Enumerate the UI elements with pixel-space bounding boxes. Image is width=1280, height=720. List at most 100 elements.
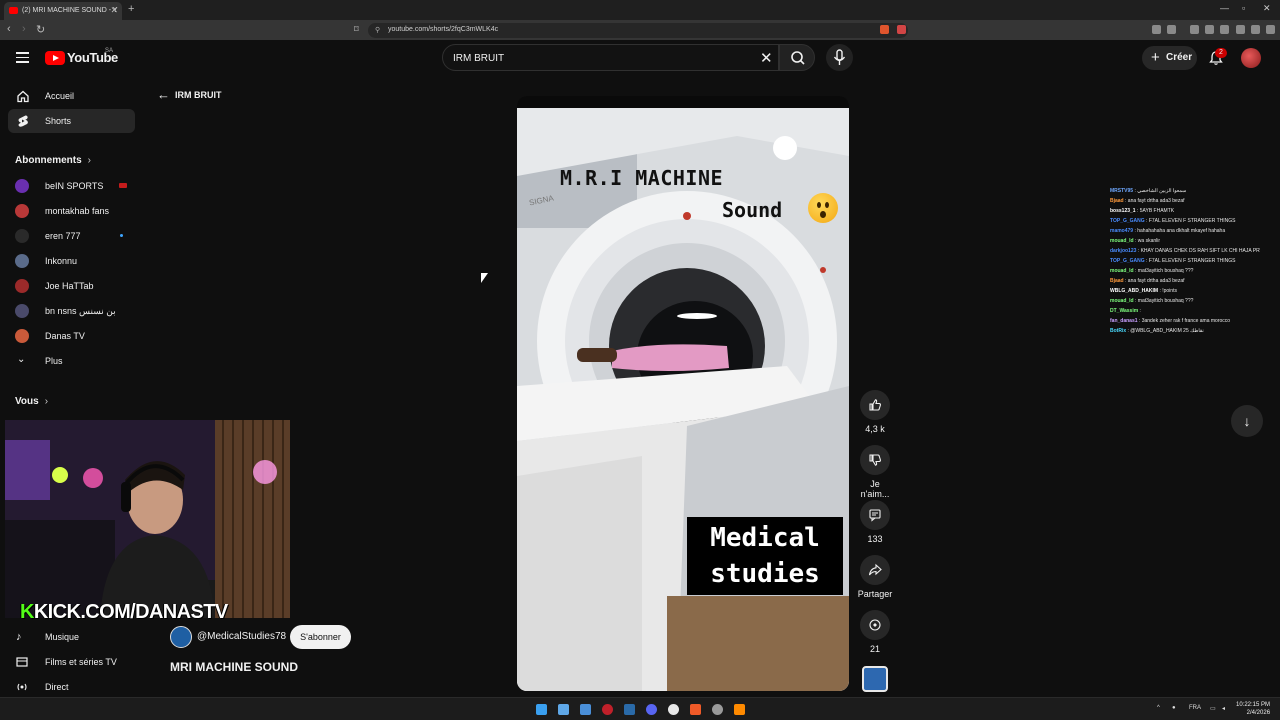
kick-channel-banner: KKICK.COM/DANASTV xyxy=(20,601,228,623)
subscription-item[interactable]: eren 777 xyxy=(15,228,133,244)
music-note-icon: ♪ xyxy=(16,631,22,643)
subscription-item[interactable]: beIN SPORTS xyxy=(15,178,133,194)
sidebar-item-movies[interactable]: Films et séries TV xyxy=(8,651,135,673)
extension-icon[interactable] xyxy=(1167,25,1176,34)
sidebar-item-label: Shorts xyxy=(45,116,72,126)
file-explorer-icon[interactable] xyxy=(580,704,591,715)
youtube-logo-icon[interactable] xyxy=(45,51,65,65)
dislike-label: Je n'aim... xyxy=(860,479,890,499)
chat-username: mouad_ld xyxy=(1110,268,1134,274)
tray-chevron-icon[interactable]: ^ xyxy=(1157,705,1160,711)
clear-search-icon[interactable]: ✕ xyxy=(760,49,773,67)
subscriptions-heading[interactable]: Abonnements › xyxy=(15,155,91,166)
subscription-item[interactable]: Inkonnu xyxy=(15,253,133,269)
back-icon[interactable]: ‹ xyxy=(7,23,11,35)
comment-icon xyxy=(860,500,890,530)
you-heading[interactable]: Vous › xyxy=(15,396,48,407)
app-icon[interactable] xyxy=(712,704,723,715)
windows-taskbar: ^ ● FRA ▭ ◂ 10:22:15 PM 2/4/2026 xyxy=(0,697,1280,720)
channel-handle[interactable]: @MedicalStudies78 xyxy=(197,631,286,642)
like-button[interactable]: 4,3 k xyxy=(857,390,893,434)
brave-shield-icon[interactable] xyxy=(880,25,889,34)
network-icon[interactable]: ▭ xyxy=(1210,705,1216,712)
subscription-item[interactable]: Danas TV xyxy=(15,328,133,344)
brave-browser-icon[interactable] xyxy=(690,704,701,715)
search-icon[interactable] xyxy=(558,704,569,715)
chat-username: TOP_G_GANG xyxy=(1110,258,1145,264)
search-input[interactable]: IRM BRUIT xyxy=(442,44,779,71)
extension-icon[interactable] xyxy=(1152,25,1161,34)
system-clock[interactable]: 10:22:15 PM 2/4/2026 xyxy=(1236,701,1270,717)
video-title: MRI MACHINE SOUND xyxy=(170,660,298,674)
short-video-player[interactable]: SIGNA M.R.I MACHINE Sound Medical studie… xyxy=(517,96,849,691)
menu-icon[interactable] xyxy=(1266,25,1275,34)
close-window-icon[interactable]: ✕ xyxy=(1263,3,1271,14)
create-button[interactable]: + Créer xyxy=(1142,46,1197,70)
youtube-favicon-icon xyxy=(9,7,18,14)
webcam-image xyxy=(5,420,290,618)
chat-message: mouad_ld : wa skanlir xyxy=(1110,238,1161,244)
obs-icon[interactable] xyxy=(668,704,679,715)
vpn-icon[interactable] xyxy=(1251,25,1260,34)
address-bar[interactable]: ⚲ youtube.com/shorts/2fqC3mWLK4c xyxy=(368,23,908,38)
sidebar-item-label: Accueil xyxy=(45,91,75,101)
channel-avatar[interactable] xyxy=(170,626,192,648)
comments-button[interactable]: 133 xyxy=(857,500,893,544)
back-to-search-button[interactable]: ← IRM BRUIT xyxy=(157,87,222,102)
chat-message: mouad_ld : mat3ayitich boushaq ??? xyxy=(1110,298,1194,304)
bookmark-icon[interactable]: ⌑ xyxy=(354,24,359,35)
voice-search-button[interactable] xyxy=(826,44,853,71)
wallet-icon[interactable] xyxy=(1236,25,1245,34)
steam-icon[interactable] xyxy=(624,704,635,715)
channel-info[interactable]: @MedicalStudies78 xyxy=(170,626,286,648)
sidebar-item-live[interactable]: Direct xyxy=(8,676,135,698)
forward-icon[interactable]: › xyxy=(22,23,26,35)
subscription-item[interactable]: bn nsns بن نسنس xyxy=(15,303,133,319)
share-button[interactable]: Partager xyxy=(857,555,893,599)
chat-text: 5AYB FHAMTK xyxy=(1139,208,1175,214)
channel-thumbnail[interactable] xyxy=(862,666,888,692)
guide-menu-icon[interactable] xyxy=(16,52,29,63)
remix-icon xyxy=(860,610,890,640)
live-indicator-icon xyxy=(119,183,127,188)
subscribe-button[interactable]: S'abonner xyxy=(290,625,351,649)
remix-button[interactable]: 21 xyxy=(857,610,893,654)
start-icon[interactable] xyxy=(536,704,547,715)
app-icon[interactable] xyxy=(734,704,745,715)
maximize-icon[interactable]: ▫ xyxy=(1242,3,1245,13)
chat-text: سمعوا الزبين الشاخصي xyxy=(1137,188,1187,194)
discord-icon[interactable] xyxy=(646,704,657,715)
surprised-emoji-icon xyxy=(808,193,838,223)
sidebar-item-home[interactable]: Accueil xyxy=(8,84,135,108)
subscription-item[interactable]: montakhab fans xyxy=(15,203,133,219)
browser-tab[interactable]: (2) MRI MACHINE SOUND - Y ✕ xyxy=(4,2,122,20)
language-indicator[interactable]: FRA xyxy=(1189,705,1201,711)
sidebar-item-shorts[interactable]: Shorts xyxy=(8,109,135,133)
reload-icon[interactable]: ↻ xyxy=(36,23,45,36)
app-icon[interactable] xyxy=(602,704,613,715)
show-more-subscriptions[interactable]: ⌄ Plus xyxy=(15,353,133,369)
channel-avatar xyxy=(15,304,29,318)
search-button[interactable] xyxy=(779,44,815,71)
sidebar-item-music[interactable]: ♪ Musique xyxy=(8,626,135,648)
media-icon[interactable] xyxy=(1190,25,1199,34)
volume-icon[interactable]: ◂ xyxy=(1222,705,1225,712)
chat-text: wa skanlir xyxy=(1137,238,1161,244)
minimize-icon[interactable]: — xyxy=(1220,3,1229,13)
new-content-dot xyxy=(120,234,123,237)
chat-message: DT_Wassim : xyxy=(1110,308,1141,314)
tray-app-icon[interactable]: ● xyxy=(1172,705,1176,711)
plus-icon: + xyxy=(1151,49,1160,66)
new-tab-icon[interactable]: + xyxy=(128,3,134,15)
chat-message: TOP_G_GANG : F7AL ELEVEN F STRANGER THIN… xyxy=(1110,258,1236,264)
next-short-button[interactable]: ↓ xyxy=(1231,405,1263,437)
dislike-button[interactable]: Je n'aim... xyxy=(857,445,893,499)
subscription-item[interactable]: Joe HaTTab xyxy=(15,278,133,294)
site-info-icon[interactable]: ⚲ xyxy=(375,26,380,34)
tabs-icon[interactable] xyxy=(1220,25,1229,34)
account-avatar[interactable] xyxy=(1241,48,1261,68)
brave-rewards-icon[interactable] xyxy=(897,25,906,34)
sidebar-icon[interactable] xyxy=(1205,25,1214,34)
comment-count: 133 xyxy=(867,534,883,544)
close-tab-icon[interactable]: ✕ xyxy=(110,5,118,16)
